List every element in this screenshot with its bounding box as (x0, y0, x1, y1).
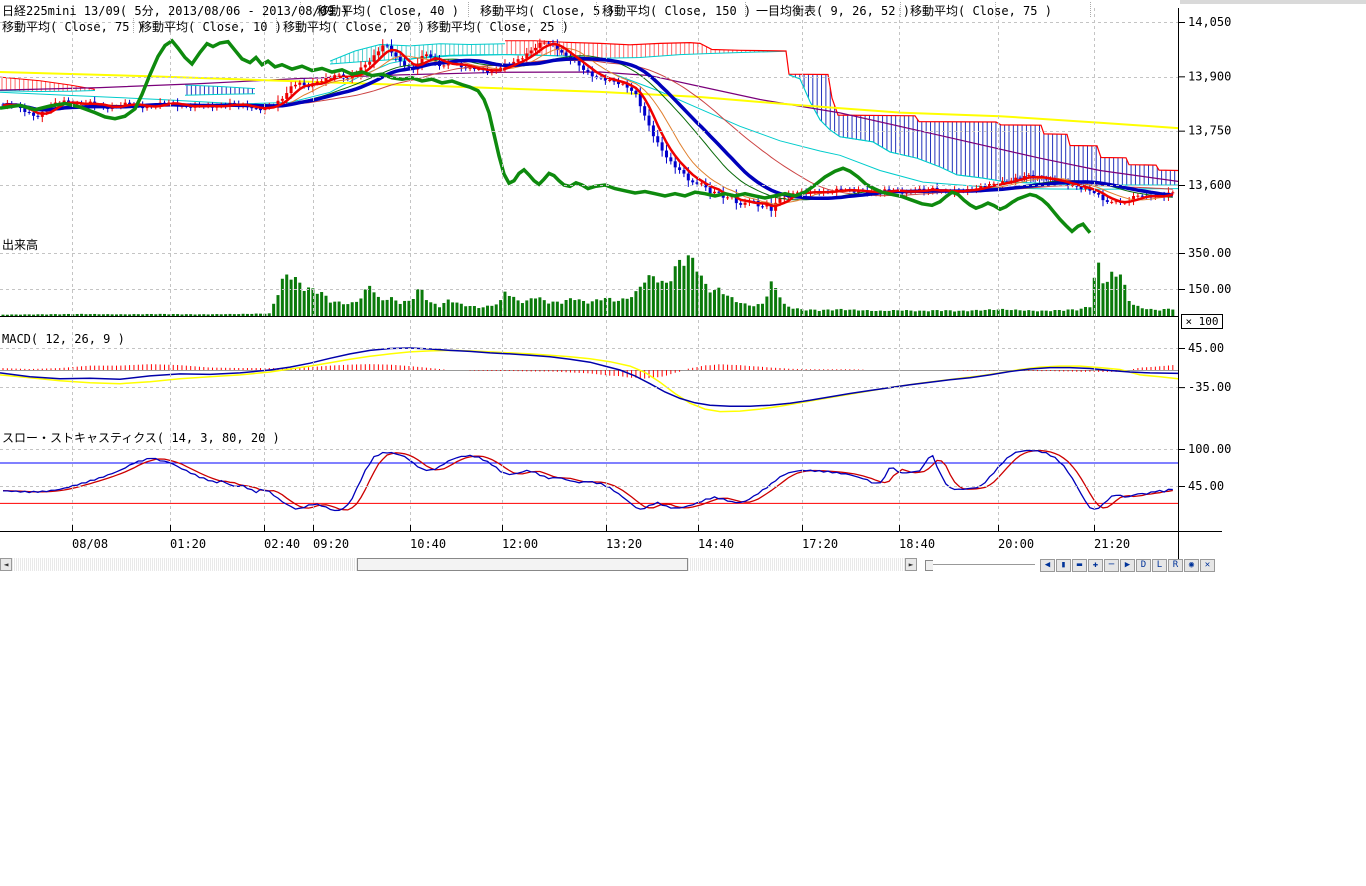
legend-item: 移動平均( Close, 10 ) (140, 18, 282, 35)
volume-axis-label: 350.00 (1188, 246, 1231, 260)
legend-separator (596, 2, 597, 17)
legend-separator (300, 2, 301, 17)
legend-item: 日経225mini 13/09( 5分, 2013/08/06 - 2013/0… (2, 2, 349, 19)
scrollbar-left-arrow-button[interactable]: ◄ (0, 558, 12, 571)
macd-panel (0, 348, 1178, 412)
time-axis-label: 12:00 (502, 537, 538, 551)
time-axis-label: 17:20 (802, 537, 838, 551)
time-axis-label: 10:40 (410, 537, 446, 551)
time-axis-label: 02:40 (264, 537, 300, 551)
time-axis-label: 01:20 (170, 537, 206, 551)
legend-item: 一目均衡表( 9, 26, 52 ) (756, 2, 910, 19)
time-axis-label: 09:20 (313, 537, 349, 551)
stoch-panel (0, 450, 1178, 510)
time-axis-label: 14:40 (698, 537, 734, 551)
toolbar-button-3[interactable]: ✚ (1088, 559, 1103, 572)
scrollbar-track-right[interactable] (688, 558, 905, 571)
toolbar-button-6[interactable]: D (1136, 559, 1151, 572)
legend-item: 移動平均( Close, 75 ) (910, 2, 1052, 19)
legend-item: 移動平均( Close, 75 ) (2, 18, 144, 35)
legend-separator (900, 2, 901, 17)
mini-slider-track[interactable] (933, 564, 1035, 565)
time-axis-label: 08/08 (72, 537, 108, 551)
toolbar-button-7[interactable]: L (1152, 559, 1167, 572)
macd-axis-label: 45.00 (1188, 341, 1224, 355)
time-axis-label: 21:20 (1094, 537, 1130, 551)
toolbar-button-4[interactable]: ─ (1104, 559, 1119, 572)
chart-application-window: 14,05013,90013,75013,600350.00150.0045.0… (0, 0, 1366, 886)
toolbar-button-9[interactable]: ◉ (1184, 559, 1199, 572)
toolbar-button-5[interactable]: ▶ (1120, 559, 1135, 572)
toolbar-button-8[interactable]: R (1168, 559, 1183, 572)
legend-separator (995, 2, 996, 17)
volume-panel-label: 出来高 (2, 236, 38, 253)
toolbar-button-2[interactable]: ▬ (1072, 559, 1087, 572)
price-axis-label: 13,600 (1188, 178, 1231, 192)
legend-row-1: 日経225mini 13/09( 5分, 2013/08/06 - 2013/0… (0, 2, 1230, 17)
legend-separator (562, 18, 563, 33)
stoch-axis-label: 100.00 (1188, 442, 1231, 456)
volume-axis-label: 150.00 (1188, 282, 1231, 296)
time-axis-label: 18:40 (899, 537, 935, 551)
time-axis-label: 20:00 (998, 537, 1034, 551)
legend-separator (419, 18, 420, 33)
macd-axis-label: -35.00 (1188, 380, 1231, 394)
time-axis-label: 13:20 (606, 537, 642, 551)
legend-separator (745, 2, 746, 17)
legend-row-2: 移動平均( Close, 75 )移動平均( Close, 10 )移動平均( … (0, 18, 1230, 33)
scrollbar-thumb[interactable] (357, 558, 688, 571)
gridlines (0, 8, 1178, 531)
volume-unit-multiplier-box: × 100 (1181, 314, 1223, 329)
scrollbar-track-left[interactable] (12, 558, 357, 571)
legend-item: 移動平均( Close, 40 ) (317, 2, 459, 19)
legend-separator (468, 2, 469, 17)
scrollbar-right-arrow-button[interactable]: ► (905, 558, 917, 571)
price-axis-label: 13,900 (1188, 69, 1231, 83)
legend-separator (1090, 2, 1091, 17)
toolbar-button-1[interactable]: ▮ (1056, 559, 1071, 572)
legend-item: 移動平均( Close, 5 ) (480, 2, 615, 19)
stoch-axis-label: 45.00 (1188, 479, 1224, 493)
price-panel (0, 39, 1178, 233)
legend-item: 移動平均( Close, 20 ) (283, 18, 425, 35)
price-axis-label: 13,750 (1188, 124, 1231, 138)
toolbar-button-0[interactable]: ◀ (1040, 559, 1055, 572)
toolbar-button-10[interactable]: ✕ (1200, 559, 1215, 572)
mini-slider-bracket[interactable] (925, 560, 933, 571)
legend-separator (276, 18, 277, 33)
legend-item: 移動平均( Close, 150 ) (602, 2, 751, 19)
legend-item: 移動平均( Close, 25 ) (427, 18, 569, 35)
axes: 14,05013,90013,75013,600350.00150.0045.0… (0, 8, 1231, 560)
stoch-panel-label: スロー・ストキャスティクス( 14, 3, 80, 20 ) (2, 429, 280, 446)
chart-canvas: 14,05013,90013,75013,600350.00150.0045.0… (0, 0, 1366, 575)
legend-separator (133, 18, 134, 33)
macd-panel-label: MACD( 12, 26, 9 ) (2, 332, 125, 346)
